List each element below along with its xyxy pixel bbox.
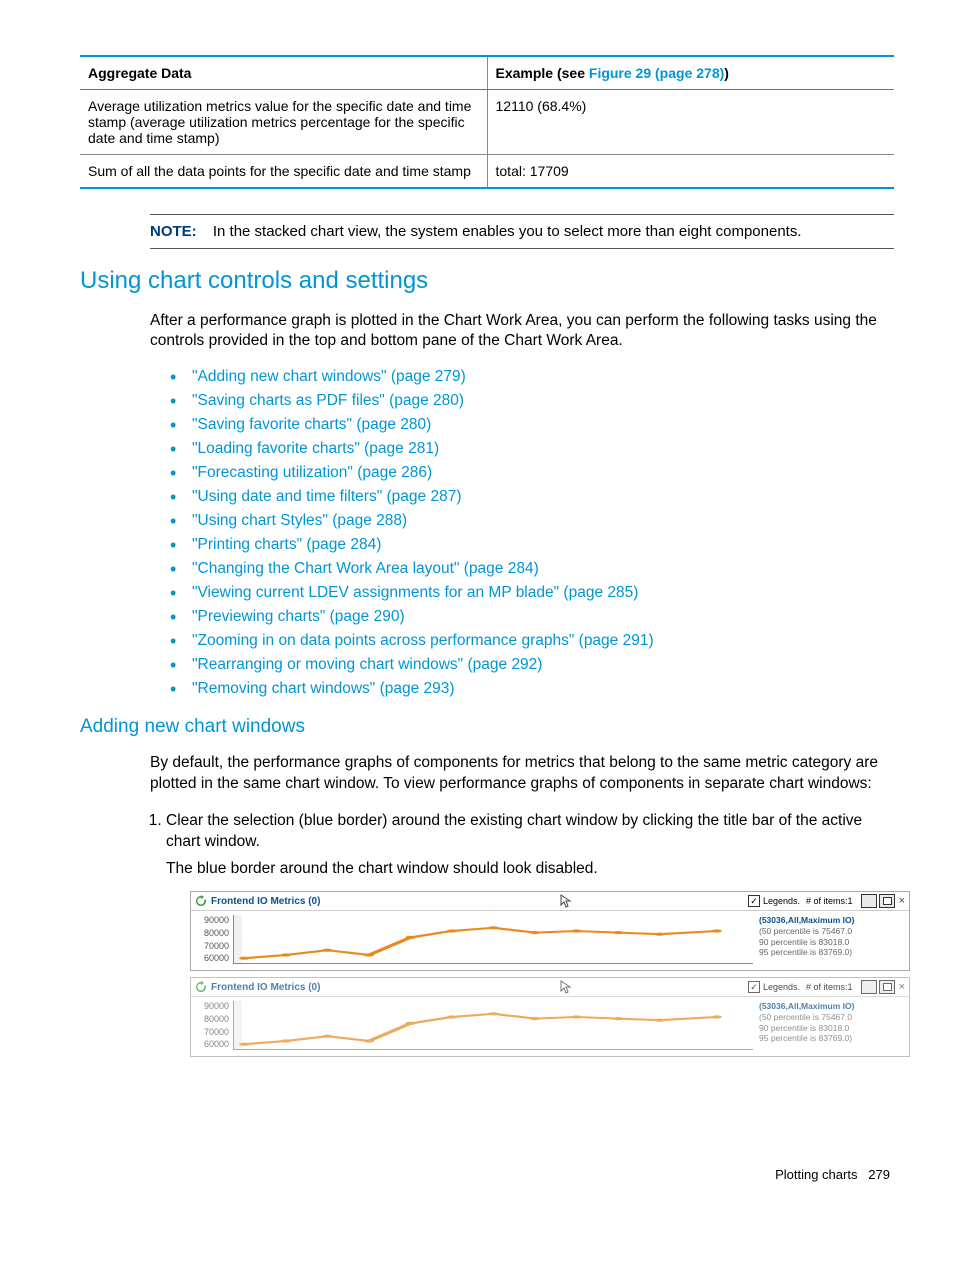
annot-line: 90 percentile is 83018.0 <box>759 1023 905 1034</box>
steps-list: Clear the selection (blue border) around… <box>138 811 894 880</box>
link-printing-charts[interactable]: "Printing charts" (page 284) <box>192 536 381 553</box>
legends-toggle-1[interactable]: ✓ Legends. <box>748 895 800 907</box>
cell-desc-1: Sum of all the data points for the speci… <box>80 155 487 189</box>
chart-header-2[interactable]: Frontend IO Metrics (0) ✓ Legends. # of … <box>191 978 909 997</box>
annot-line: 95 percentile is 83769.0) <box>759 1033 905 1044</box>
link-removing[interactable]: "Removing chart windows" (page 293) <box>192 680 455 697</box>
cursor-icon <box>560 894 572 908</box>
restore-window-icon[interactable] <box>861 894 877 908</box>
close-icon[interactable]: × <box>899 895 905 907</box>
annot-main: (53036,All,Maximum IO) <box>759 1001 905 1012</box>
annot-line: (50 percentile is 75467.0 <box>759 926 905 937</box>
legends-label: Legends. <box>763 896 800 906</box>
ytick: 80000 <box>195 928 229 938</box>
ytick: 80000 <box>195 1014 229 1024</box>
legends-toggle-2[interactable]: ✓ Legends. <box>748 981 800 993</box>
section-intro: After a performance graph is plotted in … <box>150 311 894 353</box>
note-label: NOTE: <box>150 223 197 240</box>
note-box: NOTE: In the stacked chart view, the sys… <box>150 214 894 249</box>
link-forecasting-utilization[interactable]: "Forecasting utilization" (page 286) <box>192 464 432 481</box>
step-1-text: Clear the selection (blue border) around… <box>166 812 862 850</box>
step-1: Clear the selection (blue border) around… <box>166 811 894 880</box>
link-rearranging[interactable]: "Rearranging or moving chart windows" (p… <box>192 656 542 673</box>
chart-title-2: Frontend IO Metrics (0) <box>211 982 320 993</box>
annot-line: (50 percentile is 75467.0 <box>759 1012 905 1023</box>
chart-header-1[interactable]: Frontend IO Metrics (0) ✓ Legends. # of … <box>191 892 909 911</box>
plot-area-2[interactable] <box>233 1001 753 1050</box>
subsection-intro: By default, the performance graphs of co… <box>150 753 894 795</box>
restore-window-icon[interactable] <box>861 980 877 994</box>
cursor-icon <box>560 980 572 994</box>
cell-desc-0: Average utilization metrics value for th… <box>80 90 487 155</box>
cell-val-1: total: 17709 <box>487 155 894 189</box>
table-header-example: Example (see Figure 29 (page 278)) <box>487 56 894 90</box>
annot-line: 90 percentile is 83018.0 <box>759 937 905 948</box>
ytick: 90000 <box>195 915 229 925</box>
plot-area-1[interactable] <box>233 915 753 964</box>
table-row: Sum of all the data points for the speci… <box>80 155 894 189</box>
items-count-1: # of items:1 <box>806 896 853 906</box>
annot-main: (53036,All,Maximum IO) <box>759 915 905 926</box>
ytick: 70000 <box>195 941 229 951</box>
link-saving-charts-pdf[interactable]: "Saving charts as PDF files" (page 280) <box>192 392 464 409</box>
link-loading-favorite-charts[interactable]: "Loading favorite charts" (page 281) <box>192 440 439 457</box>
footer-page-number: 279 <box>868 1167 890 1182</box>
annot-line: 95 percentile is 83769.0) <box>759 947 905 958</box>
table-header-aggregate: Aggregate Data <box>80 56 487 90</box>
chart-annotation-1: (53036,All,Maximum IO) (50 percentile is… <box>753 915 905 964</box>
link-date-time-filters[interactable]: "Using date and time filters" (page 287) <box>192 488 461 505</box>
link-viewing-ldev[interactable]: "Viewing current LDEV assignments for an… <box>192 584 638 601</box>
aggregate-data-table: Aggregate Data Example (see Figure 29 (p… <box>80 55 894 189</box>
ytick: 70000 <box>195 1027 229 1037</box>
ytick: 90000 <box>195 1001 229 1011</box>
figure-chart-windows: Frontend IO Metrics (0) ✓ Legends. # of … <box>190 891 910 1057</box>
section-title-using-chart-controls: Using chart controls and settings <box>80 267 894 295</box>
link-chart-styles[interactable]: "Using chart Styles" (page 288) <box>192 512 407 529</box>
chart-annotation-2: (53036,All,Maximum IO) (50 percentile is… <box>753 1001 905 1050</box>
table-row: Average utilization metrics value for th… <box>80 90 894 155</box>
ytick: 60000 <box>195 953 229 963</box>
note-text: In the stacked chart view, the system en… <box>213 223 802 240</box>
legends-label: Legends. <box>763 982 800 992</box>
link-adding-new-chart-windows[interactable]: "Adding new chart windows" (page 279) <box>192 368 466 385</box>
th-prefix: Example (see <box>496 65 589 81</box>
chart-panel-2[interactable]: Frontend IO Metrics (0) ✓ Legends. # of … <box>190 977 910 1057</box>
maximize-window-icon[interactable] <box>879 894 895 908</box>
refresh-icon[interactable] <box>195 981 207 993</box>
figure-29-link[interactable]: Figure 29 (page 278) <box>589 65 724 81</box>
legends-checkbox-icon[interactable]: ✓ <box>748 895 760 907</box>
chart-panel-1[interactable]: Frontend IO Metrics (0) ✓ Legends. # of … <box>190 891 910 971</box>
y-axis-2: 90000 80000 70000 60000 <box>195 1001 233 1049</box>
chart-title-1: Frontend IO Metrics (0) <box>211 896 320 907</box>
step-1-sub: The blue border around the chart window … <box>166 859 894 880</box>
legends-checkbox-icon[interactable]: ✓ <box>748 981 760 993</box>
page-footer: Plotting charts 279 <box>80 1167 894 1182</box>
link-changing-layout[interactable]: "Changing the Chart Work Area layout" (p… <box>192 560 539 577</box>
items-count-2: # of items:1 <box>806 982 853 992</box>
th-suffix: ) <box>724 65 729 81</box>
ytick: 60000 <box>195 1039 229 1049</box>
y-axis-1: 90000 80000 70000 60000 <box>195 915 233 963</box>
bullet-list: "Adding new chart windows" (page 279) "S… <box>170 368 894 698</box>
subsection-title-adding-new-chart-windows: Adding new chart windows <box>80 716 894 738</box>
close-icon[interactable]: × <box>899 981 905 993</box>
link-zooming[interactable]: "Zooming in on data points across perfor… <box>192 632 654 649</box>
cell-val-0: 12110 (68.4%) <box>487 90 894 155</box>
link-previewing-charts[interactable]: "Previewing charts" (page 290) <box>192 608 405 625</box>
refresh-icon[interactable] <box>195 895 207 907</box>
maximize-window-icon[interactable] <box>879 980 895 994</box>
link-saving-favorite-charts[interactable]: "Saving favorite charts" (page 280) <box>192 416 431 433</box>
footer-section: Plotting charts <box>775 1167 857 1182</box>
